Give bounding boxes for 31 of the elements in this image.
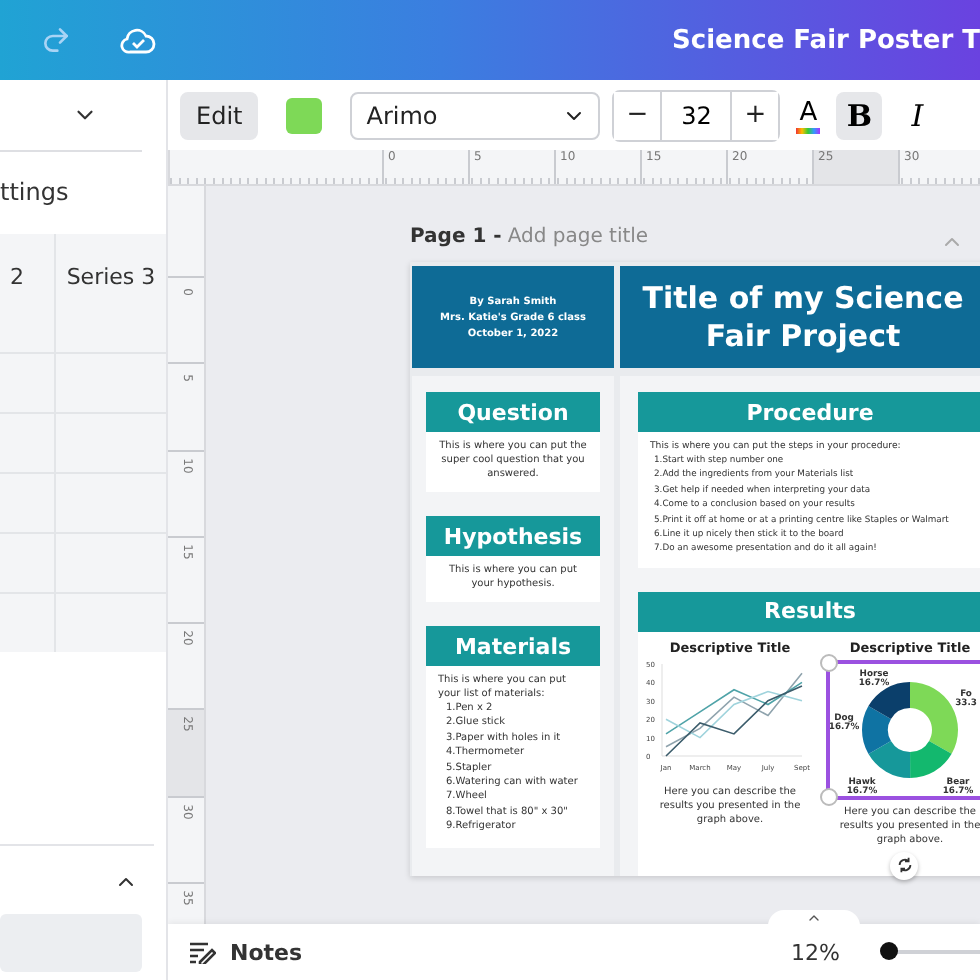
notes-icon	[188, 940, 216, 964]
resize-handle[interactable]	[820, 653, 838, 672]
table-cell[interactable]	[56, 354, 166, 412]
italic-button[interactable]: I	[894, 91, 941, 139]
color-swatch[interactable]	[286, 97, 323, 133]
section-heading: Procedure	[638, 392, 980, 432]
page-label: Page 1 -	[410, 226, 502, 252]
table-cell[interactable]	[56, 534, 166, 592]
settings-label[interactable]: ttings	[0, 178, 166, 206]
section-heading: Materials	[426, 626, 600, 666]
resize-handle[interactable]	[820, 787, 838, 806]
poster-title: Title of my Science Fair Project	[640, 279, 966, 355]
notes-button[interactable]: Notes	[188, 939, 303, 965]
zoom-level: 12%	[791, 939, 840, 965]
table-cell[interactable]	[56, 414, 166, 472]
section-heading: Results	[638, 591, 980, 632]
font-dropdown[interactable]: Arimo	[350, 91, 601, 139]
text-color-button[interactable]: A	[792, 97, 825, 133]
bold-button[interactable]: B	[836, 91, 883, 139]
rotate-icon[interactable]	[895, 856, 913, 875]
section-heading: Question	[426, 392, 600, 432]
cloud-check-icon[interactable]	[120, 24, 156, 56]
section-heading: Hypothesis	[426, 516, 600, 556]
redo-icon[interactable]	[40, 24, 72, 56]
font-size-field[interactable]: − 32 +	[612, 89, 781, 141]
edit-button[interactable]: Edit	[180, 91, 259, 139]
chevron-up-icon[interactable]	[806, 910, 822, 926]
document-title[interactable]: Science Fair Poster T	[672, 25, 980, 55]
rotate-button[interactable]	[890, 851, 918, 880]
table-cell[interactable]	[0, 594, 54, 652]
table-cell[interactable]	[56, 594, 166, 652]
